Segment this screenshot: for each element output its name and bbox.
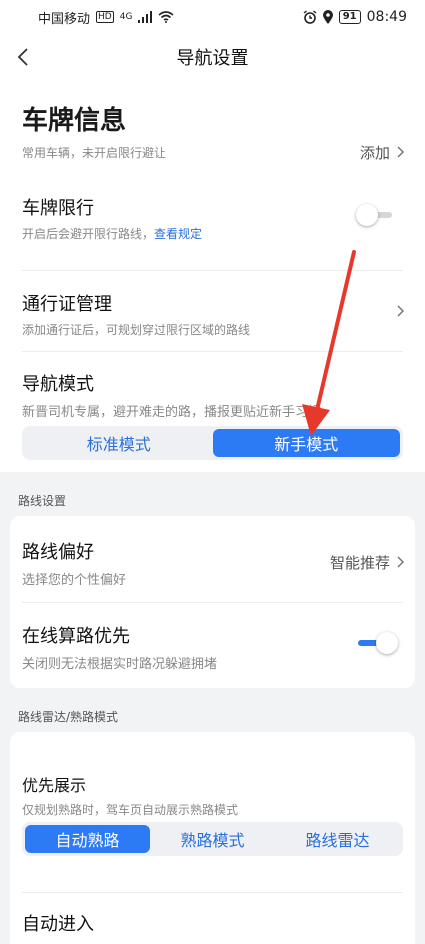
route-pref-title[interactable]: 路线偏好: [22, 538, 94, 564]
page-title: 导航设置: [176, 48, 249, 69]
priority-option-familiar[interactable]: 熟路模式: [150, 825, 275, 853]
back-arrow-icon[interactable]: [14, 46, 34, 68]
clock: 08:49: [366, 9, 407, 25]
online-route-toggle[interactable]: [356, 632, 398, 654]
priority-display-segmented-control: 自动熟路 熟路模式 路线雷达: [22, 822, 403, 856]
divider: [22, 270, 403, 271]
view-rules-link[interactable]: 查看规定: [154, 227, 202, 241]
nav-mode-segmented-control: 标准模式 新手模式: [22, 426, 403, 460]
priority-display-title: 优先展示: [22, 776, 87, 795]
priority-display-subtitle: 仅规划熟路时，驾车页自动展示熟路模式: [22, 803, 239, 817]
nav-mode-option-standard[interactable]: 标准模式: [25, 429, 213, 457]
add-plate-button[interactable]: 添加: [360, 142, 390, 163]
nav-mode-title: 导航模式: [22, 374, 94, 395]
route-section-label: 路线设置: [18, 494, 67, 508]
route-settings-card: 路线偏好 选择您的个性偏好 智能推荐 在线算路优先 关闭则无法根据实时路况躲避拥…: [10, 516, 415, 688]
priority-option-radar[interactable]: 路线雷达: [275, 825, 400, 853]
toggle-knob: [376, 632, 398, 654]
location-icon: [322, 10, 333, 24]
online-route-title: 在线算路优先: [22, 626, 130, 647]
divider: [22, 602, 403, 603]
nav-mode-subtitle: 新晋司机专属，避开难走的路，播报更贴近新手习惯: [22, 405, 322, 420]
plate-info-title: 车牌信息: [22, 106, 127, 136]
plate-settings-card: 车牌信息 常用车辆，未开启限行避让 添加 车牌限行 开启后会避开限行路线，查看规…: [0, 80, 425, 472]
status-left: 中国移动 HD 4G: [38, 8, 174, 27]
plate-limit-desc: 开启后会避开限行路线，: [22, 227, 155, 241]
status-bar: 中国移动 HD 4G 91 08:49: [0, 0, 425, 34]
chevron-right-icon[interactable]: [396, 304, 406, 318]
status-right: 91 08:49: [303, 9, 407, 25]
route-pref-value[interactable]: 智能推荐: [330, 552, 390, 573]
priority-option-auto[interactable]: 自动熟路: [25, 825, 150, 853]
plate-limit-title: 车牌限行: [22, 198, 94, 219]
divider: [22, 351, 403, 352]
chevron-right-icon: [397, 146, 405, 158]
permit-title[interactable]: 通行证管理: [22, 290, 112, 316]
divider: [22, 892, 403, 893]
chevron-right-icon[interactable]: [396, 555, 406, 569]
header: 导航设置: [0, 34, 425, 80]
wifi-icon: [158, 11, 174, 23]
plate-limit-toggle[interactable]: [356, 204, 396, 226]
alarm-icon: [303, 10, 317, 24]
carrier-label: 中国移动: [38, 11, 91, 27]
permit-subtitle: 添加通行证后，可规划穿过限行区域的路线: [22, 323, 251, 337]
plate-info-subtitle: 常用车辆，未开启限行避让: [22, 146, 167, 160]
online-route-subtitle: 关闭则无法根据实时路况躲避拥堵: [22, 657, 218, 672]
battery-indicator: 91: [338, 10, 361, 24]
radar-section-label: 路线雷达/熟路模式: [18, 710, 119, 724]
network-type: 4G: [119, 12, 133, 22]
plate-limit-subtitle: 开启后会避开限行路线，查看规定: [22, 225, 202, 242]
signal-icon: [138, 11, 153, 23]
hd-badge: HD: [96, 11, 114, 23]
radar-settings-card: 优先展示 仅规划熟路时，驾车页自动展示熟路模式 自动熟路 熟路模式 路线雷达 自…: [10, 732, 415, 944]
auto-enter-title: 自动进入: [22, 914, 94, 935]
nav-mode-option-novice[interactable]: 新手模式: [212, 429, 400, 457]
toggle-knob: [356, 204, 378, 226]
route-pref-subtitle: 选择您的个性偏好: [22, 573, 127, 588]
